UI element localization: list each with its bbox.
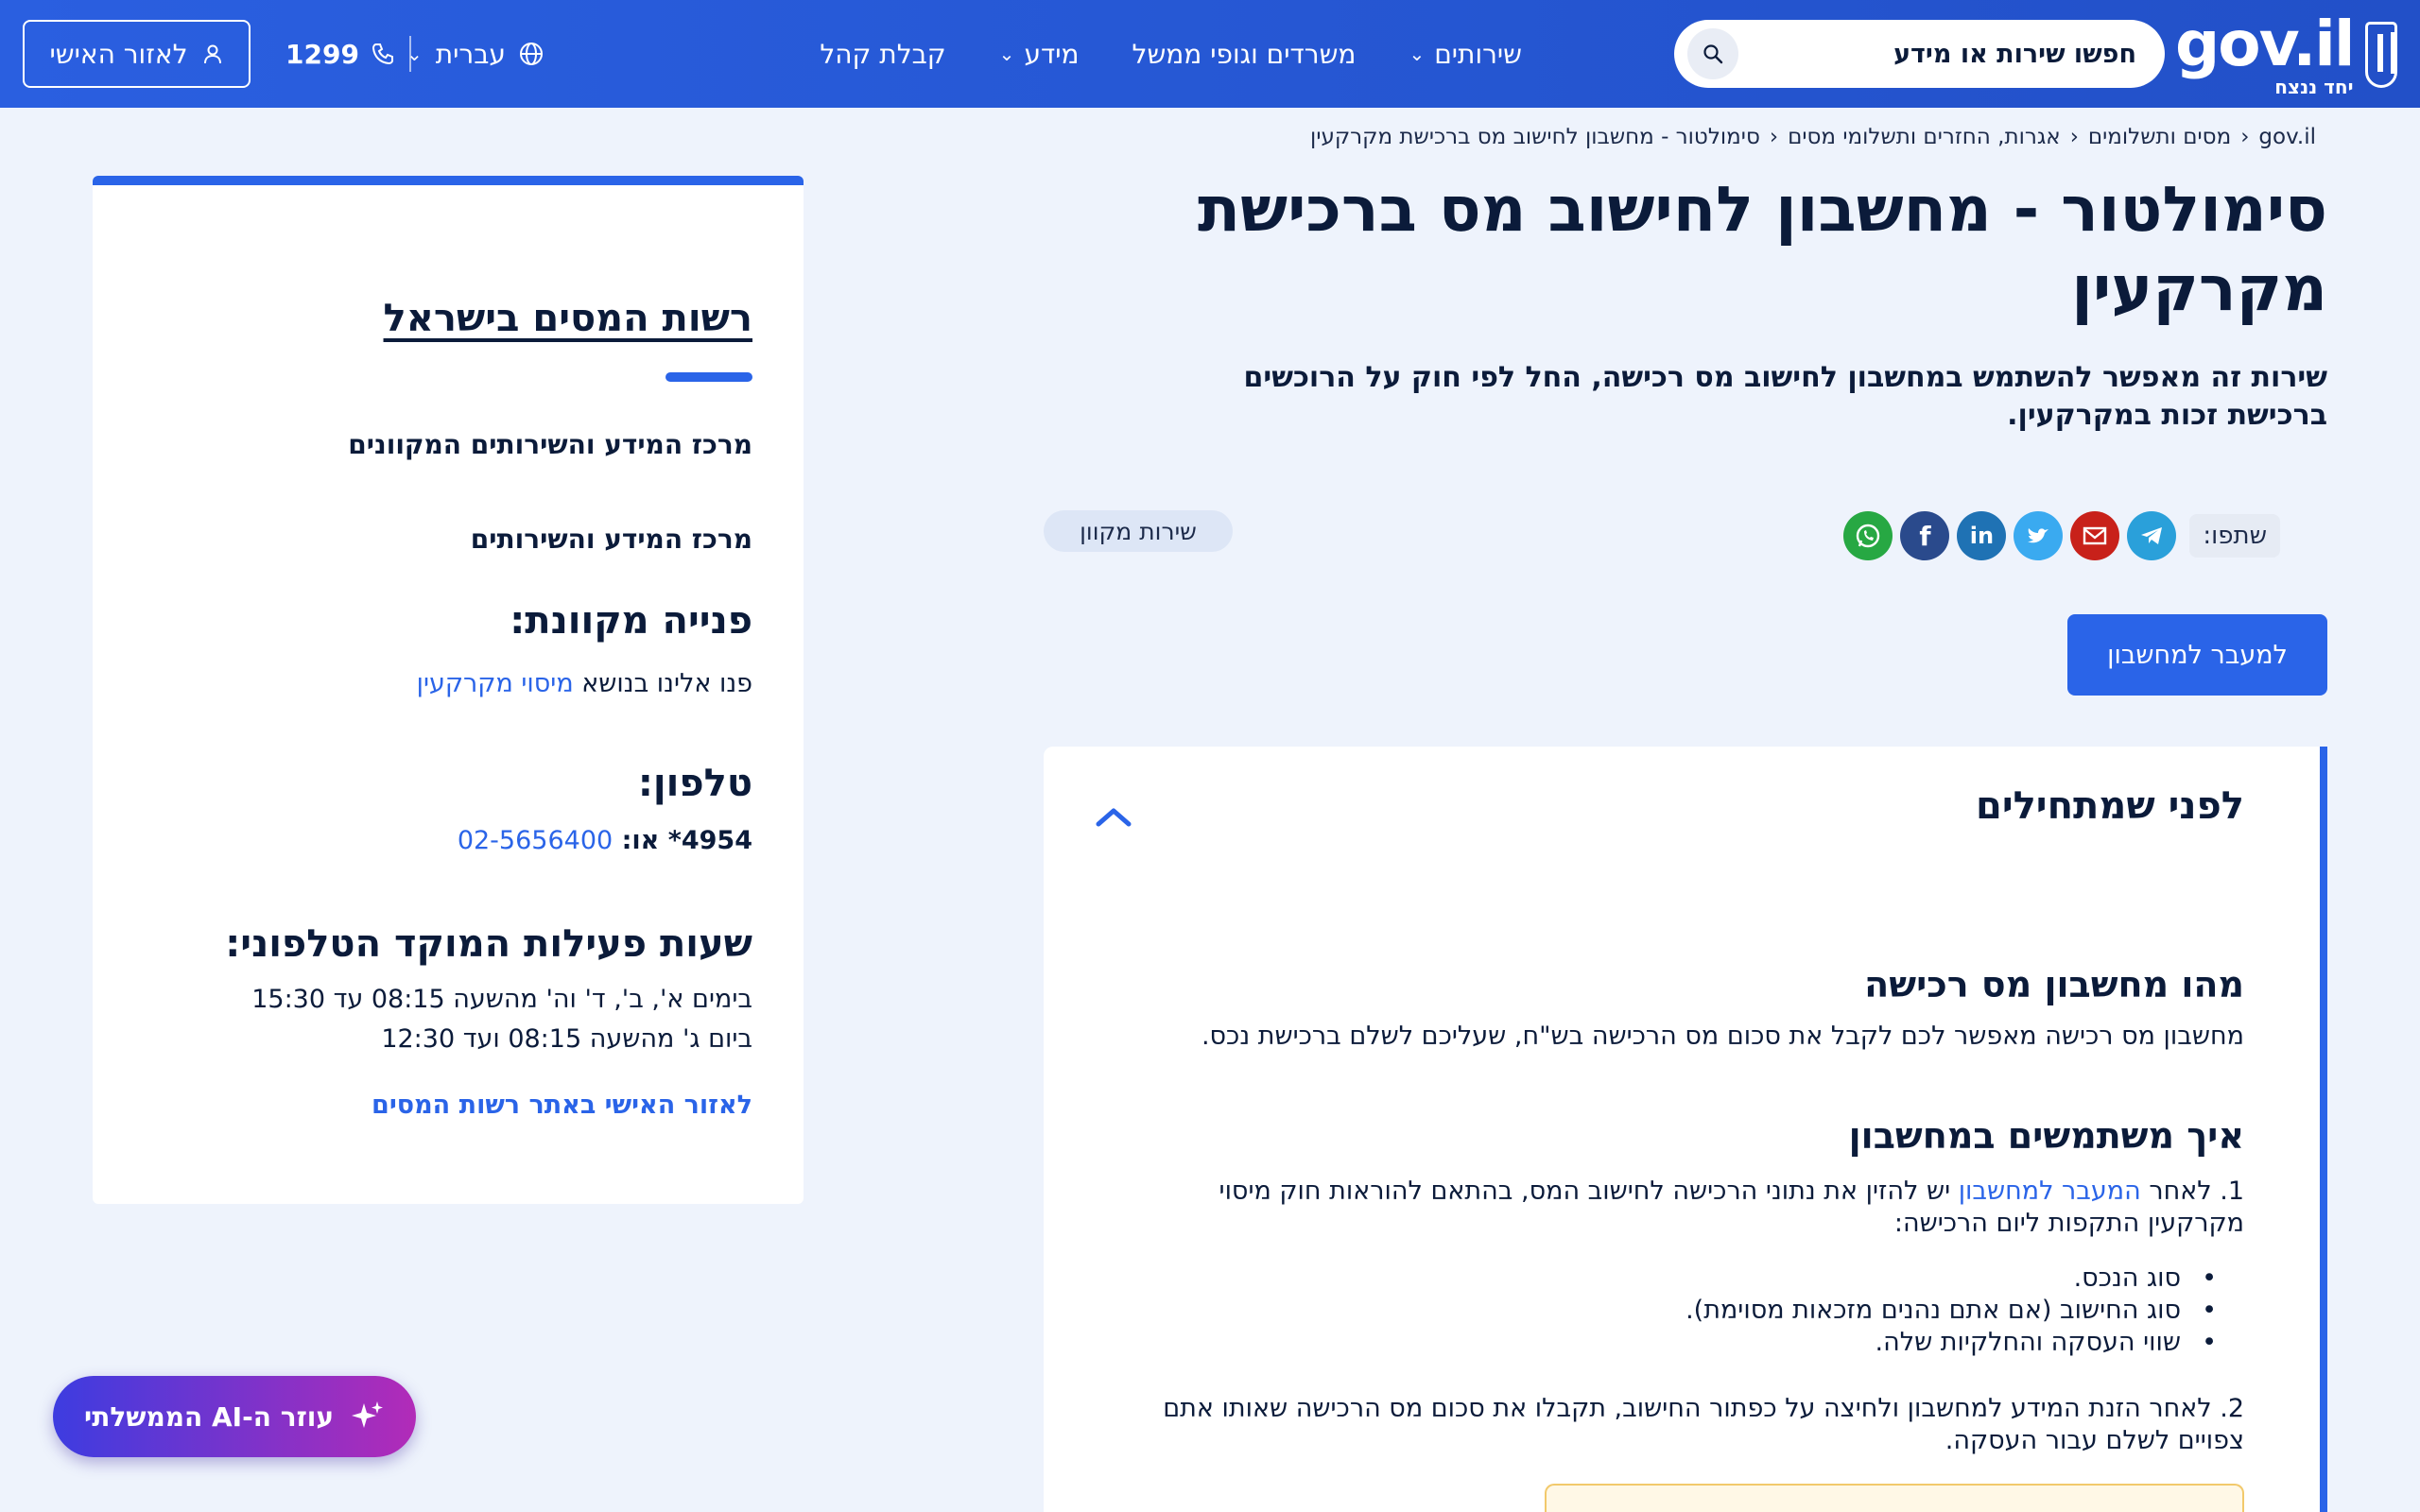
search-icon (1703, 44, 1723, 64)
list-item: שווי העסקה והחלקיות שלה. (1685, 1327, 2217, 1359)
contact-sidebar: רשות המסים בישראל מרכז המידע והשירותים ה… (93, 176, 804, 1204)
share-bar: שתפו: in f (1843, 507, 2280, 564)
phone-number: 1299 (285, 38, 359, 70)
telegram-icon[interactable] (2127, 511, 2177, 560)
list-item: סוג הנכס. (1685, 1263, 2217, 1295)
page-intro: שירות זה מאפשר להשתמש במחשבון לחישוב מס … (1243, 361, 2327, 432)
step-1-text: 1. לאחר המעבר למחשבון יש להזין את נתוני … (1219, 1177, 2244, 1238)
sidebar-subtitle: מרכז המידע והשירותים המקוונים (348, 429, 752, 460)
email-icon[interactable] (2070, 511, 2120, 560)
page-title: סימולטור - מחשבון לחישוב מס ברכישת מקרקע… (1197, 173, 2327, 325)
section-heading-how: איך משתמשים במחשבון (1848, 1115, 2244, 1157)
hours-heading: שעות פעילות המוקד הטלפוני: (225, 922, 752, 966)
chevron-down-icon: ⌄ (1409, 43, 1426, 65)
breadcrumb-taxes[interactable]: מסים ותשלומים (2088, 125, 2231, 149)
accent-bar (666, 372, 752, 382)
site-header: gov.il יחד ננצח שירותים ⌄ משרדים וגופי מ… (0, 0, 2420, 108)
search-input[interactable] (1748, 39, 2136, 69)
nav-services[interactable]: שירותים ⌄ (1409, 39, 1522, 70)
facebook-icon[interactable]: f (1900, 511, 1950, 560)
share-label: שתפו: (2189, 514, 2280, 558)
breadcrumb-home[interactable]: gov.il (2258, 125, 2316, 149)
accordion-title[interactable]: לפני שמתחילים (1976, 784, 2244, 828)
nav-ministries[interactable]: משרדים וגופי ממשל (1132, 39, 1357, 70)
menorah-emblem-icon (2364, 22, 2397, 88)
step-2-text: 2. לאחר הזנת המידע למחשבון ולחיצה על כפת… (1163, 1394, 2244, 1455)
sparkle-icon (352, 1401, 384, 1428)
before-you-start-accordion: לפני שמתחילים מהו מחשבון מס רכישה מחשבון… (1044, 747, 2327, 1512)
breadcrumb: gov.il ‹ מסים ותשלומים ‹ אגרות, החזרים ו… (1310, 125, 2316, 149)
tax-personal-area-link[interactable]: לאזור האישי באתר רשות המסים (372, 1091, 752, 1120)
personal-area-label: לאזור האישי (49, 38, 188, 70)
nav-info[interactable]: מידע ⌄ (999, 39, 1080, 70)
whatsapp-icon[interactable] (1843, 511, 1893, 560)
note-box (1545, 1484, 2244, 1512)
phone-number-link[interactable]: 02-5656400 (458, 826, 613, 855)
chevron-up-icon[interactable] (1095, 794, 1132, 837)
section-text-what: מחשבון מס רכישה מאפשר לכם לקבל את סכום מ… (1201, 1022, 2244, 1051)
phone-icon (372, 43, 393, 65)
ai-assistant-label: עוזר ה-AI הממשלתי (83, 1400, 335, 1433)
online-inquiry-text: פנו אלינו בנושא מיסוי מקרקעין (416, 669, 752, 698)
gov-logo[interactable]: gov.il יחד ננצח (2175, 11, 2397, 98)
main-nav: שירותים ⌄ משרדים וגופי ממשל מידע ⌄ קבלת … (820, 0, 1522, 108)
breadcrumb-fees[interactable]: אגרות, החזרים ותשלומי מסים (1788, 125, 2061, 149)
online-service-badge: שירות מקוון (1044, 510, 1233, 552)
logo-brand: gov.il (2175, 8, 2356, 80)
user-icon (203, 44, 221, 64)
nav-reception[interactable]: קבלת קהל (820, 39, 945, 70)
hours-line-1: בימים א', ב', ד' וה' מהשעה 08:15 עד 15:3… (251, 985, 752, 1014)
personal-area-button[interactable]: לאזור האישי (23, 20, 251, 88)
logo-tagline: יחד ננצח (2274, 76, 2354, 98)
list-item: סוג החישוב (אם אתם נהנים מזכאות מסוימת). (1685, 1295, 2217, 1327)
twitter-icon[interactable] (2014, 511, 2064, 560)
calculator-link[interactable]: המעבר למחשבון (1959, 1177, 2141, 1206)
ai-assistant-button[interactable]: עוזר ה-AI הממשלתי (53, 1376, 416, 1457)
breadcrumb-current: סימולטור - מחשבון לחישוב מס ברכישת מקרקע… (1310, 125, 1760, 149)
search-bar (1674, 20, 2165, 88)
divider (409, 36, 411, 72)
phone-text: 4954* או: 02-5656400 (457, 826, 752, 855)
globe-icon (519, 43, 543, 65)
breadcrumb-separator: ‹ (2240, 125, 2250, 149)
tax-authority-link[interactable]: רשות המסים בישראל (384, 297, 752, 340)
linkedin-icon[interactable]: in (1957, 511, 2007, 560)
online-inquiry-heading: פנייה מקוונת: (510, 599, 752, 643)
sidebar-subtitle: מרכז המידע והשירותים (470, 524, 752, 555)
search-button[interactable] (1687, 28, 1738, 79)
phone-link[interactable]: 1299 (285, 0, 395, 108)
hours-line-2: ביום ג' מהשעה 08:15 ועד 12:30 (381, 1024, 752, 1054)
real-estate-tax-link[interactable]: מיסוי מקרקעין (417, 669, 574, 698)
go-to-calculator-button[interactable]: למעבר למחשבון (2067, 614, 2327, 696)
breadcrumb-separator: ‹ (1769, 125, 1779, 149)
breadcrumb-separator: ‹ (2069, 125, 2079, 149)
language-label: עברית (435, 38, 506, 70)
input-list: סוג הנכס. סוג החישוב (אם אתם נהנים מזכאו… (1685, 1263, 2217, 1359)
section-heading-what: מהו מחשבון מס רכישה (1864, 964, 2244, 1005)
chevron-down-icon: ⌄ (998, 43, 1015, 65)
language-selector[interactable]: עברית ⌄ (406, 0, 544, 108)
phone-heading: טלפון: (637, 762, 752, 805)
